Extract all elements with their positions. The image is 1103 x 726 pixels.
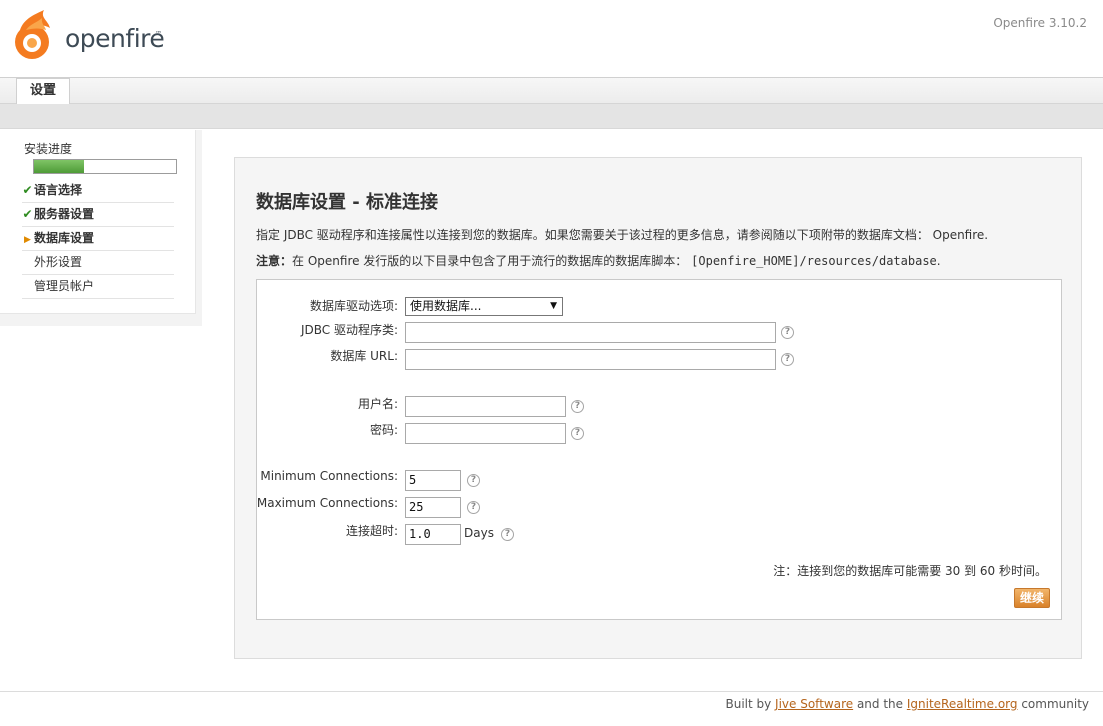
help-circle-icon[interactable]: ? [467, 474, 480, 487]
password-label: 密码: [369, 423, 398, 437]
max-connections-label: Maximum Connections: [256, 496, 398, 510]
progress-label: 安装进度 [24, 142, 73, 156]
step-label: 数据库设置 [34, 231, 95, 245]
database-url-input[interactable] [405, 349, 776, 370]
username-input[interactable] [405, 396, 566, 417]
progress-fill [34, 160, 84, 173]
page-title: 数据库设置 - 标准连接 [256, 192, 439, 213]
note-text: 在 Openfire 发行版的以下目录中包含了用于流行的数据库的数据库脚本： [292, 254, 688, 268]
note-path: [Openfire_HOME]/resources/database [691, 254, 937, 268]
driver-selected: 使用数据库... [410, 299, 482, 313]
tab-settings[interactable]: 设置 [16, 77, 71, 104]
logo-text: openfire [65, 24, 165, 53]
igniterealtime-link[interactable]: IgniteRealtime.org [907, 697, 1018, 711]
step-appearance: 外形设置 [22, 251, 174, 275]
note-label: 注意： [256, 254, 293, 268]
timeout-unit: Days [464, 526, 494, 540]
driver-select[interactable]: 使用数据库... ▼ [405, 297, 563, 316]
database-form: 数据库驱动选项: 使用数据库... ▼ JDBC 驱动程序类: ? 数据库 UR… [256, 279, 1062, 620]
footer-prefix: Built by [725, 697, 776, 711]
main-content: 数据库设置 - 标准连接 指定 JDBC 驱动程序和连接属性以连接到您的数据库。… [234, 157, 1082, 659]
logo-trademark: ™ [155, 30, 162, 38]
tab-bar: 设置 [0, 77, 1103, 104]
connection-time-note: 注：连接到您的数据库可能需要 30 到 60 秒时间。 [773, 564, 1047, 578]
timeout-label: 连接超时: [345, 524, 398, 538]
step-database: ▶ 数据库设置 [22, 227, 174, 251]
footer: Built by Jive Software and the IgniteRea… [0, 691, 1103, 726]
continue-button[interactable]: 继续 [1014, 588, 1050, 608]
sidebar: 安装进度 ✔语言选择 ✔服务器设置 ▶ 数据库设置 外形设置 管理员帐户 [0, 130, 202, 326]
help-circle-icon[interactable]: ? [501, 528, 514, 541]
min-connections-input[interactable]: 5 [405, 470, 461, 491]
step-language: ✔语言选择 [22, 179, 174, 203]
progress-bar [33, 159, 177, 174]
note-line: 注意：在 Openfire 发行版的以下目录中包含了用于流行的数据库的数据库脚本… [256, 252, 941, 269]
note-end: . [936, 254, 941, 268]
driver-label: 数据库驱动选项: [309, 299, 398, 313]
chevron-down-icon: ▼ [550, 301, 557, 311]
checkmark-icon: ✔ [22, 183, 33, 197]
arrow-right-icon: ▶ [24, 235, 31, 245]
max-connections-input[interactable]: 25 [405, 497, 461, 518]
step-label: 外形设置 [34, 255, 83, 269]
username-label: 用户名: [357, 397, 398, 411]
header: openfire ™ Openfire 3.10.2 [0, 0, 1103, 77]
url-label: 数据库 URL: [330, 349, 398, 363]
sidebar-panel: 安装进度 ✔语言选择 ✔服务器设置 ▶ 数据库设置 外形设置 管理员帐户 [0, 130, 196, 314]
min-connections-label: Minimum Connections: [260, 469, 398, 483]
jdbc-label: JDBC 驱动程序类: [300, 323, 398, 337]
help-circle-icon[interactable]: ? [571, 427, 584, 440]
footer-suffix: community [1017, 697, 1089, 711]
step-label: 服务器设置 [34, 207, 95, 221]
jdbc-driver-input[interactable] [405, 322, 776, 343]
row-min-connections: Minimum Connections: [257, 466, 1061, 488]
version-label: Openfire 3.10.2 [993, 16, 1087, 30]
sub-tab-bar [0, 104, 1103, 129]
checkmark-icon: ✔ [22, 207, 33, 221]
help-circle-icon[interactable]: ? [467, 501, 480, 514]
step-server: ✔服务器设置 [22, 203, 174, 227]
row-password: 密码: [257, 420, 1061, 442]
help-circle-icon[interactable]: ? [781, 326, 794, 339]
step-label: 管理员帐户 [34, 279, 95, 293]
connection-timeout-input[interactable]: 1.0 [405, 524, 461, 545]
row-username: 用户名: [257, 394, 1061, 416]
row-max-connections: Maximum Connections: [257, 493, 1061, 515]
footer-mid: and the [853, 697, 907, 711]
step-label: 语言选择 [34, 183, 83, 197]
jive-software-link[interactable]: Jive Software [775, 697, 853, 711]
password-input[interactable] [405, 423, 566, 444]
help-circle-icon[interactable]: ? [781, 353, 794, 366]
intro-text: 指定 JDBC 驱动程序和连接属性以连接到您的数据库。如果您需要关于该过程的更多… [256, 228, 989, 242]
row-timeout: 连接超时: [257, 521, 1061, 543]
row-driver: 数据库驱动选项: [257, 296, 1061, 318]
help-circle-icon[interactable]: ? [571, 400, 584, 413]
footer-text: Built by Jive Software and the IgniteRea… [725, 697, 1089, 711]
step-admin-account: 管理员帐户 [22, 275, 174, 299]
